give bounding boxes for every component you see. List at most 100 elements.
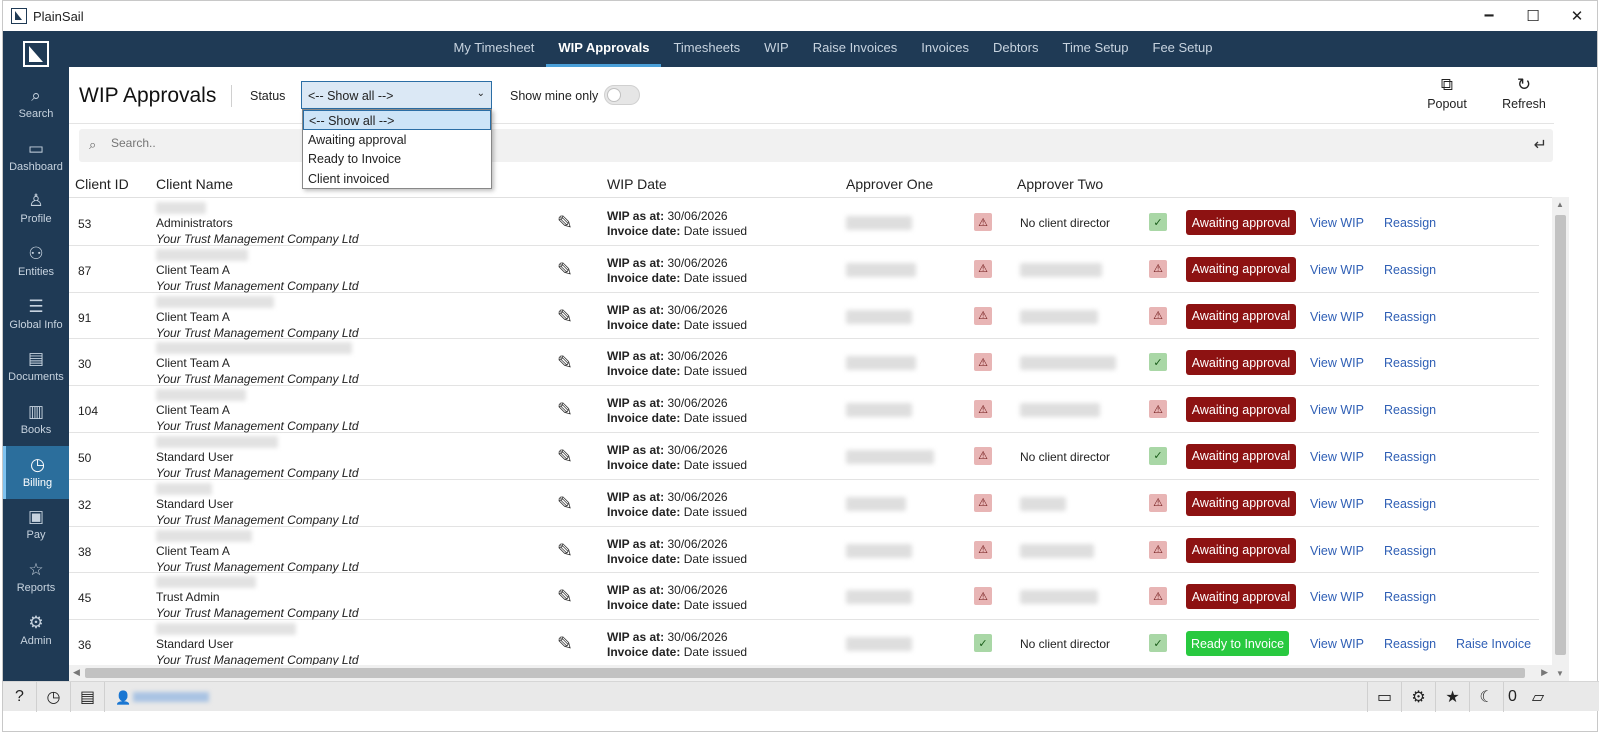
- edit-pencil-icon[interactable]: ✎: [557, 586, 573, 609]
- status-option[interactable]: Awaiting approval: [303, 130, 491, 150]
- view-wip-link[interactable]: View WIP: [1310, 450, 1364, 464]
- view-wip-link[interactable]: View WIP: [1310, 544, 1364, 558]
- view-wip-link[interactable]: View WIP: [1310, 637, 1364, 651]
- help-icon[interactable]: ?: [3, 682, 37, 712]
- sidebar-item-admin[interactable]: ⚙ Admin: [3, 604, 69, 657]
- table-row[interactable]: 104 Client Team A Your Trust Management Co…: [69, 386, 1539, 433]
- column-header-approver-two[interactable]: Approver Two: [1017, 176, 1103, 192]
- sidebar-item-books[interactable]: ▥ Books: [3, 393, 69, 446]
- reassign-link[interactable]: Reassign: [1384, 310, 1436, 324]
- status-badge: Ready to Invoice: [1186, 631, 1289, 657]
- tab-invoices[interactable]: Invoices: [909, 31, 981, 67]
- reassign-link[interactable]: Reassign: [1384, 590, 1436, 604]
- status-option[interactable]: Client invoiced: [303, 169, 491, 189]
- sidebar-item-pay[interactable]: ▣ Pay: [3, 499, 69, 552]
- sidebar-item-global-info[interactable]: ☰ Global Info: [3, 288, 69, 341]
- reassign-link[interactable]: Reassign: [1384, 637, 1436, 651]
- table-row[interactable]: 50 Standard User Your Trust Management Com…: [69, 433, 1539, 480]
- table-row[interactable]: 30 Client Team A Your Trust Management Com…: [69, 339, 1539, 386]
- reassign-link[interactable]: Reassign: [1384, 450, 1436, 464]
- raise-invoice-link[interactable]: Raise Invoice: [1456, 637, 1531, 651]
- favourites-star-icon[interactable]: ★: [1435, 682, 1469, 712]
- show-mine-toggle[interactable]: [604, 85, 640, 105]
- sidebar-item-search[interactable]: ⌕ Search: [3, 77, 69, 130]
- column-header-approver-one[interactable]: Approver One: [846, 176, 933, 192]
- view-wip-link[interactable]: View WIP: [1310, 310, 1364, 324]
- scroll-left-icon[interactable]: ◀: [73, 667, 80, 678]
- edit-pencil-icon[interactable]: ✎: [557, 446, 573, 469]
- sidebar-item-profile[interactable]: ♙ Profile: [3, 182, 69, 235]
- tab-raise-invoices[interactable]: Raise Invoices: [801, 31, 910, 67]
- reassign-link[interactable]: Reassign: [1384, 216, 1436, 230]
- sidebar-item-documents[interactable]: ▤ Documents: [3, 340, 69, 393]
- table-row[interactable]: 87 Client Team A Your Trust Management Com…: [69, 246, 1539, 293]
- column-header-client-name[interactable]: Client Name: [156, 176, 233, 192]
- view-wip-link[interactable]: View WIP: [1310, 497, 1364, 511]
- sidebar-item-entities[interactable]: ⚇ Entities: [3, 235, 69, 288]
- edit-pencil-icon[interactable]: ✎: [557, 633, 573, 656]
- tab-wip[interactable]: WIP: [752, 31, 801, 67]
- status-option[interactable]: <-- Show all -->: [303, 110, 491, 130]
- status-option[interactable]: Ready to Invoice: [303, 149, 491, 169]
- scroll-thumb[interactable]: [1555, 215, 1566, 655]
- minimize-button[interactable]: 🗕: [1467, 1, 1511, 31]
- edit-pencil-icon[interactable]: ✎: [557, 540, 573, 563]
- view-wip-link[interactable]: View WIP: [1310, 216, 1364, 230]
- edit-pencil-icon[interactable]: ✎: [557, 352, 573, 375]
- reassign-link[interactable]: Reassign: [1384, 263, 1436, 277]
- view-wip-link[interactable]: View WIP: [1310, 356, 1364, 370]
- edit-pencil-icon[interactable]: ✎: [557, 399, 573, 422]
- table-row[interactable]: 53 Administrators Your Trust Management Co…: [69, 199, 1539, 246]
- table-row[interactable]: 91 Client Team A Your Trust Management Com…: [69, 293, 1539, 340]
- table-row[interactable]: 38 Client Team A Your Trust Management Com…: [69, 527, 1539, 574]
- reassign-link[interactable]: Reassign: [1384, 403, 1436, 417]
- vertical-scrollbar[interactable]: ▲ ▼: [1552, 197, 1569, 681]
- edit-pencil-icon[interactable]: ✎: [557, 212, 573, 235]
- reassign-link[interactable]: Reassign: [1384, 544, 1436, 558]
- app-logo[interactable]: [3, 31, 69, 77]
- reassign-link[interactable]: Reassign: [1384, 356, 1436, 370]
- view-wip-link[interactable]: View WIP: [1310, 590, 1364, 604]
- enter-icon[interactable]: ↵: [1534, 135, 1547, 155]
- tab-debtors[interactable]: Debtors: [981, 31, 1051, 67]
- wip-as-at-value: 30/06/2026: [667, 630, 728, 645]
- tab-timesheets[interactable]: Timesheets: [661, 31, 752, 67]
- dark-mode-moon-icon[interactable]: ☾: [1469, 682, 1503, 712]
- column-header-client-id[interactable]: Client ID: [75, 176, 129, 192]
- table-row[interactable]: 32 Standard User Your Trust Management Com…: [69, 480, 1539, 527]
- current-user[interactable]: [133, 692, 209, 702]
- scroll-down-icon[interactable]: ▼: [1556, 669, 1564, 678]
- table-row[interactable]: 45 Trust Admin Your Trust Management Compa…: [69, 573, 1539, 620]
- inbox-icon[interactable]: ▤: [71, 682, 105, 712]
- column-header-wip-date[interactable]: WIP Date: [607, 176, 667, 192]
- tab-wip-approvals[interactable]: WIP Approvals: [546, 31, 662, 67]
- sidebar-item-billing[interactable]: ◷ Billing: [3, 445, 69, 499]
- tab-fee-setup[interactable]: Fee Setup: [1141, 31, 1225, 67]
- edit-pencil-icon[interactable]: ✎: [557, 306, 573, 329]
- horizontal-scrollbar[interactable]: ◀ ▶: [69, 665, 1552, 681]
- close-button[interactable]: ✕: [1555, 1, 1599, 31]
- sidebar-item-reports[interactable]: ☆ Reports: [3, 551, 69, 604]
- scroll-up-icon[interactable]: ▲: [1556, 200, 1564, 209]
- edit-pencil-icon[interactable]: ✎: [557, 493, 573, 516]
- company-name: Your Trust Management Company Ltd: [156, 372, 359, 387]
- view-wip-link[interactable]: View WIP: [1310, 263, 1364, 277]
- scroll-right-icon[interactable]: ▶: [1541, 667, 1548, 678]
- clock-icon[interactable]: ◷: [37, 682, 71, 712]
- reassign-link[interactable]: Reassign: [1384, 497, 1436, 511]
- client-id: 53: [78, 217, 92, 231]
- tab-time-setup[interactable]: Time Setup: [1051, 31, 1141, 67]
- status-select[interactable]: <-- Show all --> ⌄: [301, 81, 492, 109]
- settings-icon[interactable]: ⚙: [1401, 682, 1435, 712]
- view-wip-link[interactable]: View WIP: [1310, 403, 1364, 417]
- table-row[interactable]: 36 Standard User Your Trust Management Com…: [69, 620, 1539, 666]
- refresh-button[interactable]: ↻ Refresh: [1494, 75, 1554, 111]
- maximize-button[interactable]: ☐: [1511, 1, 1555, 31]
- edit-pencil-icon[interactable]: ✎: [557, 259, 573, 282]
- scroll-thumb[interactable]: [85, 668, 1525, 678]
- tab-my-timesheet[interactable]: My Timesheet: [441, 31, 546, 67]
- chat-icon[interactable]: ▭: [1367, 682, 1401, 712]
- sidebar-item-dashboard[interactable]: ▭ Dashboard: [3, 130, 69, 183]
- popout-button[interactable]: ⧉ Popout: [1417, 75, 1477, 111]
- message-icon[interactable]: ▱: [1521, 682, 1555, 712]
